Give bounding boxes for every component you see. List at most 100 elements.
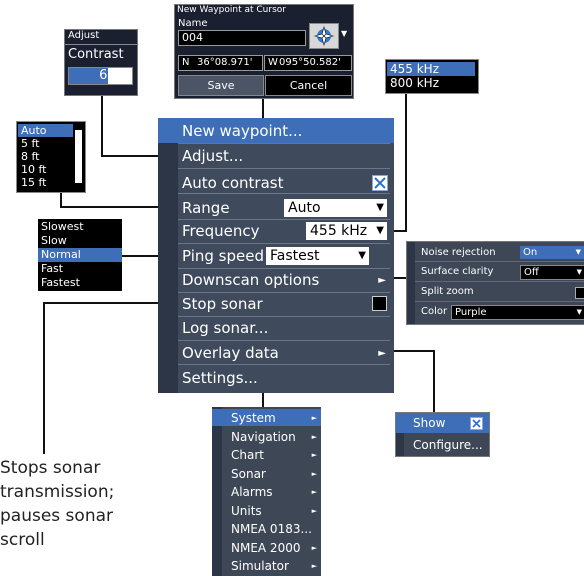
surface-clarity-label: Surface clarity [421, 266, 494, 277]
settings-item[interactable]: Simulator ► [212, 558, 321, 574]
split-zoom-label: Split zoom [421, 286, 474, 297]
ping-speed-option[interactable]: Fast [38, 262, 122, 276]
range-dropdown[interactable]: Auto ▼ [284, 199, 387, 217]
contrast-slider[interactable]: 62% [68, 67, 133, 85]
scroll-up-icon[interactable] [75, 124, 82, 130]
frequency-option[interactable]: 455 kHz [387, 62, 475, 76]
new-waypoint-dialog: New Waypoint at Cursor Name 004 ▼ N 36°0… [174, 4, 354, 99]
overlay-configure-item[interactable]: Configure... [413, 438, 483, 452]
chevron-down-icon: ▼ [376, 225, 384, 236]
noise-rejection-dropdown[interactable]: On ▼ [520, 246, 584, 259]
menu-item-adjust[interactable]: Adjust... [182, 146, 243, 166]
leader-line [262, 393, 264, 407]
range-option[interactable]: 15 ft [18, 176, 73, 189]
settings-item-label: NMEA 0183... [231, 522, 312, 536]
menu-item-stop-sonar[interactable]: Stop sonar [182, 294, 263, 314]
sonar-menu: New waypoint... Adjust... Auto contrast … [158, 118, 394, 393]
menu-divider [178, 316, 390, 317]
chevron-right-icon: ► [378, 348, 386, 359]
longitude-field[interactable]: W 095°50.582' [264, 55, 352, 71]
menu-item-settings[interactable]: Settings... [182, 368, 258, 388]
menu-item-auto-contrast[interactable]: Auto contrast [182, 173, 283, 193]
leader-line [405, 92, 407, 232]
latitude-field[interactable]: N 36°08.971' [178, 55, 263, 71]
settings-submenu: System ► Navigation ► Chart ► Sonar ► Alarms ► Uni… [212, 407, 321, 576]
settings-item-label: Units [231, 503, 262, 518]
name-field[interactable]: 004 [178, 30, 306, 46]
range-value: Auto [288, 200, 321, 216]
split-zoom-checkbox[interactable] [575, 287, 584, 299]
menu-item-new-waypoint[interactable]: New waypoint... [182, 121, 302, 141]
chevron-down-icon: ▼ [575, 248, 581, 256]
ping-speed-option[interactable]: Fastest [38, 276, 122, 290]
color-dropdown[interactable]: Purple ▼ [451, 305, 584, 320]
settings-item-label: Alarms [231, 485, 273, 499]
menu-item-log-sonar[interactable]: Log sonar... [182, 318, 268, 338]
ping-speed-option[interactable]: Slow [38, 234, 122, 248]
menu-item-downscan-options[interactable]: Downscan options [182, 270, 319, 290]
settings-item[interactable]: Chart ► [212, 447, 321, 463]
range-scrollbar[interactable] [75, 124, 82, 189]
save-label: Save [207, 79, 235, 92]
chevron-right-icon: ► [311, 414, 317, 422]
leader-line [43, 302, 45, 454]
overlay-show-checkbox[interactable] [470, 417, 483, 430]
menu-item-ping-speed[interactable]: Ping speed [182, 246, 264, 266]
ping-speed-option[interactable]: Slowest [38, 220, 122, 234]
menu-item-range[interactable]: Range [182, 198, 230, 218]
range-option[interactable]: 10 ft [18, 163, 73, 176]
lat-value: 36°08.971' [197, 57, 253, 68]
scroll-down-icon[interactable] [75, 183, 82, 189]
chevron-down-icon: ▼ [576, 308, 582, 316]
menu-divider [178, 143, 390, 144]
surface-clarity-dropdown[interactable]: Off ▼ [520, 265, 584, 280]
chevron-right-icon: ► [311, 543, 317, 552]
settings-item[interactable]: NMEA 0183... [212, 521, 321, 537]
ping-speed-value: Fastest [270, 248, 320, 264]
range-option[interactable]: 8 ft [18, 150, 73, 163]
settings-item[interactable]: NMEA 2000 ► [212, 540, 321, 556]
cursor-crosshair-icon [313, 25, 335, 47]
menu-divider [178, 219, 390, 220]
chevron-right-icon: ► [311, 432, 317, 441]
overlay-show-item[interactable]: Show [413, 416, 445, 430]
menu-divider [178, 364, 390, 365]
stop-sonar-caption: Stops sonar transmission; pauses sonar s… [0, 456, 114, 552]
ping-speed-option[interactable]: Normal [38, 248, 122, 262]
leader-line [433, 350, 435, 412]
ping-speed-dropdown[interactable]: Fastest ▼ [266, 247, 369, 265]
chevron-down-icon: ▼ [358, 250, 366, 261]
settings-item[interactable]: System ► [212, 410, 321, 426]
menu-item-frequency[interactable]: Frequency [182, 221, 260, 241]
contrast-label: Contrast [68, 47, 124, 62]
stop-sonar-checkbox[interactable] [372, 296, 387, 311]
chevron-down-icon: ▼ [341, 29, 348, 38]
frequency-value: 455 kHz [310, 223, 368, 239]
frequency-dropdown[interactable]: 455 kHz ▼ [306, 222, 387, 240]
save-button[interactable]: Save [178, 75, 264, 96]
frequency-list: 455 kHz 800 kHz [385, 59, 479, 94]
menu-divider [178, 243, 390, 244]
range-option[interactable]: Auto [18, 124, 73, 137]
menu-item-overlay-data[interactable]: Overlay data [182, 343, 279, 363]
lon-prefix: W [268, 57, 278, 68]
settings-item[interactable]: Units ► [212, 503, 321, 519]
cursor-position-button[interactable] [309, 23, 339, 49]
chevron-right-icon: ► [311, 451, 317, 459]
auto-contrast-checkbox[interactable] [372, 175, 388, 191]
settings-item-label: Chart [231, 448, 264, 462]
frequency-option[interactable]: 800 kHz [387, 76, 475, 90]
range-option[interactable]: 5 ft [18, 137, 73, 150]
cancel-button[interactable]: Cancel [265, 75, 352, 96]
settings-item[interactable]: Alarms ► [212, 484, 321, 500]
name-label: Name [178, 18, 208, 29]
chevron-right-icon: ► [378, 275, 386, 286]
name-value: 004 [182, 31, 203, 44]
dialog-title: New Waypoint at Cursor [177, 5, 286, 15]
settings-item[interactable]: Navigation ► [212, 429, 321, 445]
lon-value: 095°50.582' [279, 57, 341, 68]
settings-item-label: NMEA 2000 [231, 540, 301, 555]
settings-item[interactable]: Sonar ► [212, 466, 321, 482]
color-label: Color [421, 306, 448, 317]
ping-speed-list: Slowest Slow Normal Fast Fastest [38, 219, 122, 291]
